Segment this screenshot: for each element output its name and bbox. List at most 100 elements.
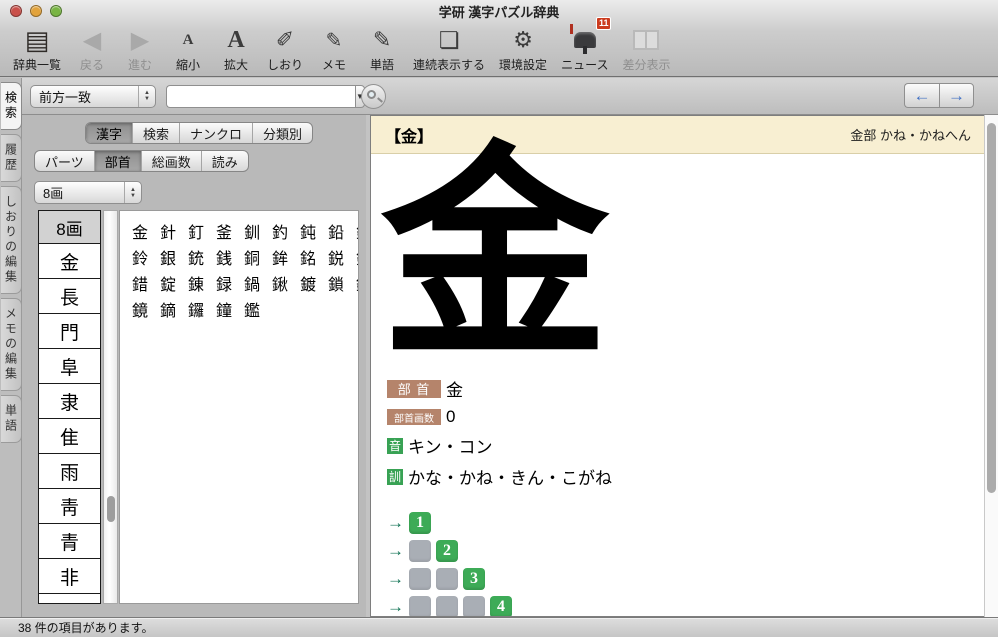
entry-details: 部 首金部首画数0音キン・コン訓かな・かね・きん・こがね [387,376,997,489]
traffic-lights [10,5,62,17]
detail-badge: 音 [387,438,403,454]
detail-value: 金 [446,376,463,401]
search-combo: ▼ [166,85,353,108]
zoom-button[interactable] [50,5,62,17]
title-bar[interactable]: 学研 漢字パズル辞典 [0,0,998,22]
radical-list-header: 8画 [39,211,100,244]
mailbox-shape [574,32,596,48]
radical-item[interactable]: 靑 [39,489,100,524]
toolbar-item-memo[interactable]: ✎メモ [312,23,356,73]
toolbar-item-books[interactable]: ▤辞典一覧 [8,23,66,73]
radical-item[interactable]: 金 [39,244,100,279]
puzzle-cell-empty[interactable] [436,568,458,590]
search-button[interactable] [361,84,386,109]
sidebar-tab-検索[interactable]: 検索 [1,82,22,130]
stroke-count-label: 8画 [35,183,124,202]
puzzle-cell-empty[interactable] [409,596,431,618]
toolbar-item-large-a[interactable]: A拡大 [214,23,258,73]
arrow-right-icon: → [387,569,409,589]
small-a-icon: A [183,25,194,55]
radical-scrollbar[interactable] [103,210,118,604]
popup-stepper-icon: ▲▼ [138,86,155,107]
large-a-icon: A [227,25,244,55]
subtab-総画数[interactable]: 総画数 [142,151,202,171]
toolbar-item-small-a[interactable]: A縮小 [166,23,210,73]
tab-分類別[interactable]: 分類別 [253,123,312,143]
minimize-button[interactable] [30,5,42,17]
split-view-icon [633,25,659,55]
toolbar-item-stack-cards[interactable]: ❏連続表示する [408,23,490,73]
arrow-right-icon: → [387,513,409,533]
search-input[interactable] [166,85,355,108]
subtab-部首[interactable]: 部首 [95,151,142,171]
radical-scrollbar-thumb[interactable] [107,496,115,522]
toolbar-item-mailbox[interactable]: 11ニュース [556,23,613,73]
detail-value: 0 [446,407,455,427]
stack-cards-icon: ❏ [439,25,460,55]
sidebar-tab-履歴[interactable]: 履歴 [1,134,22,182]
radical-item[interactable]: 隶 [39,384,100,419]
radical-item[interactable]: 青 [39,524,100,559]
kanji-row[interactable]: 金 針 釘 釜 釧 釣 鈍 鉛 鉱 鉄 鉢 [132,221,358,247]
puzzle-row: →3 [387,567,997,590]
puzzle-row: →4 [387,595,997,617]
search-row: 前方一致 ▲▼ ▼ ← → [22,78,998,115]
kanji-row[interactable]: 鏡 鏑 鑼 鐘 鑑 [132,299,358,325]
puzzle-cell-empty[interactable] [409,568,431,590]
radical-item[interactable]: 雨 [39,454,100,489]
match-mode-label: 前方一致 [31,87,138,106]
close-button[interactable] [10,5,22,17]
toolbar-item-word-pen[interactable]: ✎単語 [360,23,404,73]
radical-item[interactable]: 門 [39,314,100,349]
entry-pane: 【金】 金部 かね・かねへん 金 部 首金部首画数0音キン・コン訓かな・かね・き… [370,115,998,617]
puzzle-cell-numbered[interactable]: 1 [409,512,431,534]
word-pen-icon: ✎ [373,25,391,55]
puzzle-cell-empty[interactable] [436,596,458,618]
puzzle-cell-numbered[interactable]: 4 [490,596,512,618]
radical-item[interactable]: 長 [39,279,100,314]
subtab-パーツ[interactable]: パーツ [35,151,95,171]
puzzle-cell-numbered[interactable]: 2 [436,540,458,562]
back-arrow-icon: ◀ [83,25,101,55]
puzzle-grid: →1→2→3→4 [387,511,997,617]
kanji-row[interactable]: 鈴 銀 銃 銭 銅 鉾 銘 鋭 鋒 錦 鋼 [132,247,358,273]
puzzle-row: →2 [387,539,997,562]
entry-scrollbar[interactable] [984,115,998,617]
kanji-result-panel: 金 針 釘 釜 釧 釣 鈍 鉛 鉱 鉄 鉢鈴 銀 銃 銭 銅 鉾 銘 鋭 鋒 錦… [119,210,359,604]
sidebar-tab-メモの編集[interactable]: メモの編集 [1,298,22,391]
toolbar-item-forward-arrow: ▶進む [118,23,162,73]
radical-item[interactable]: 阜 [39,349,100,384]
puzzle-cell-empty[interactable] [409,540,431,562]
subtab-読み[interactable]: 読み [202,151,248,171]
radical-item[interactable]: 隹 [39,419,100,454]
sidebar-tab-単語[interactable]: 単語 [1,395,22,443]
toolbar-item-bookmark-pen[interactable]: ✐しおり [262,23,308,73]
side-tab-strip: 検索履歴しおりの編集メモの編集単語 [0,78,22,617]
toolbar-item-label: 進む [128,56,152,73]
stroke-count-popup[interactable]: 8画 ▲▼ [34,181,142,204]
tab-漢字[interactable]: 漢字 [86,123,133,143]
preferences-icon: ⚙ [513,25,533,55]
entry-scrollbar-thumb[interactable] [987,123,996,493]
left-panel: 漢字検索ナンクロ分類別 パーツ部首総画数読み 8画 ▲▼ 8画金長門阜隶隹雨靑青… [22,115,366,617]
match-mode-popup[interactable]: 前方一致 ▲▼ [30,85,156,108]
kanji-row[interactable]: 錯 錠 錬 録 鍋 鍬 鍍 鎖 鎮 鎚 鎌 [132,273,358,299]
tab-検索[interactable]: 検索 [133,123,180,143]
page-back-button[interactable]: ← [904,83,939,108]
radical-item[interactable]: 非 [39,559,100,594]
puzzle-cell-empty[interactable] [463,596,485,618]
window-chrome: 学研 漢字パズル辞典 ▤辞典一覧◀戻る▶進むA縮小A拡大✐しおり✎メモ✎単語❏連… [0,0,998,77]
puzzle-row: →1 [387,511,997,534]
puzzle-cell-numbered[interactable]: 3 [463,568,485,590]
window-title: 学研 漢字パズル辞典 [439,2,560,21]
books-icon: ▤ [25,25,50,55]
toolbar-item-preferences[interactable]: ⚙環境設定 [494,23,552,73]
detail-value: キン・コン [408,433,493,458]
toolbar-item-label: メモ [322,56,346,73]
tab-ナンクロ[interactable]: ナンクロ [180,123,253,143]
radical-item[interactable]: 斉 [39,594,100,604]
memo-icon: ✎ [326,25,343,55]
sidebar-tab-しおりの編集[interactable]: しおりの編集 [1,186,22,294]
entry-body: 金 部 首金部首画数0音キン・コン訓かな・かね・きん・こがね →1→2→3→4 [371,154,997,617]
page-forward-button[interactable]: → [939,83,974,108]
